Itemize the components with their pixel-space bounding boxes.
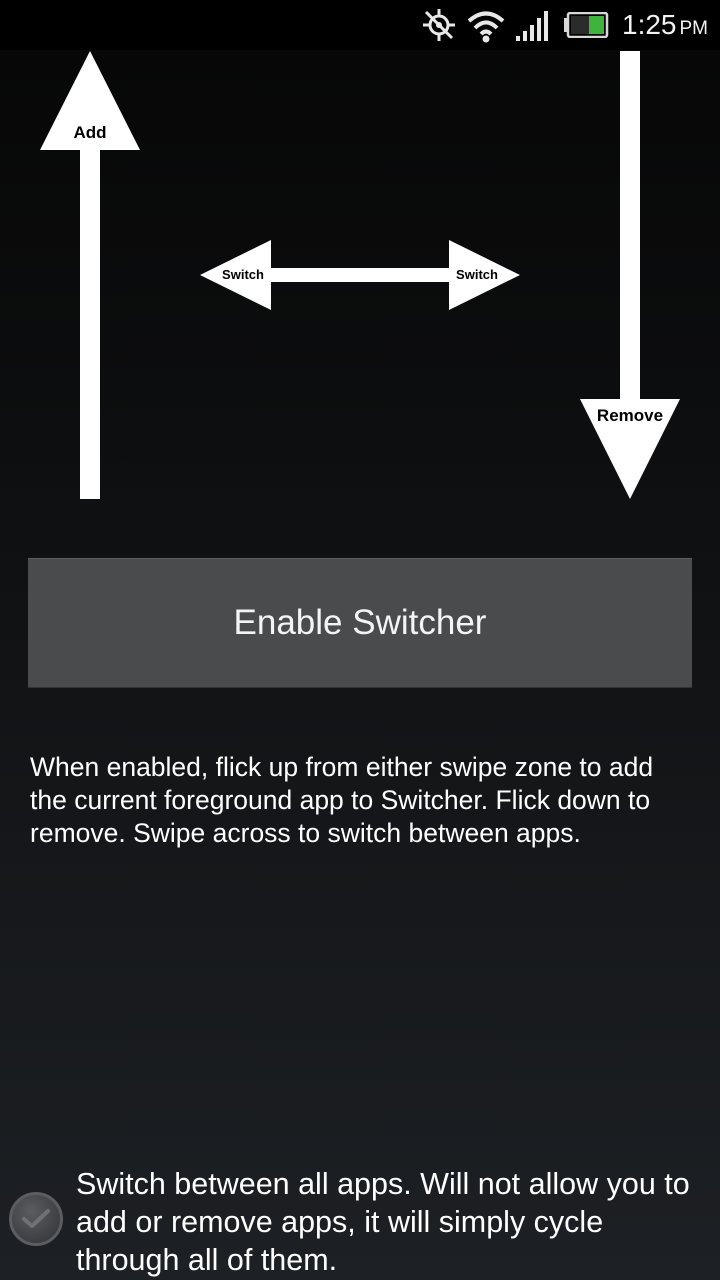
clock: 1:25 PM: [622, 9, 708, 41]
switch-left-label: Switch: [222, 267, 264, 282]
remove-down-arrow-icon: [580, 51, 680, 499]
switch-all-apps-option-label: Switch between all apps. Will not allow …: [76, 1167, 690, 1277]
signal-icon: [516, 11, 548, 41]
wifi-icon: [467, 11, 505, 43]
enable-switcher-button[interactable]: Enable Switcher: [28, 558, 692, 688]
switch-all-apps-checkbox[interactable]: [9, 1192, 63, 1246]
switch-right-label: Switch: [456, 267, 498, 282]
battery-icon: [564, 12, 609, 38]
remove-arrow-label: Remove: [596, 406, 664, 425]
status-bar: 1:25 PM: [0, 0, 720, 50]
add-arrow-label: Add: [73, 123, 107, 142]
checkmark-icon: [22, 1209, 50, 1228]
add-up-arrow-icon: [40, 51, 140, 499]
gps-off-icon: [423, 9, 455, 41]
clock-time: 1:25: [622, 9, 677, 40]
instructions-text: When enabled, flick up from either swipe…: [30, 752, 654, 848]
clock-ampm: PM: [679, 18, 709, 39]
